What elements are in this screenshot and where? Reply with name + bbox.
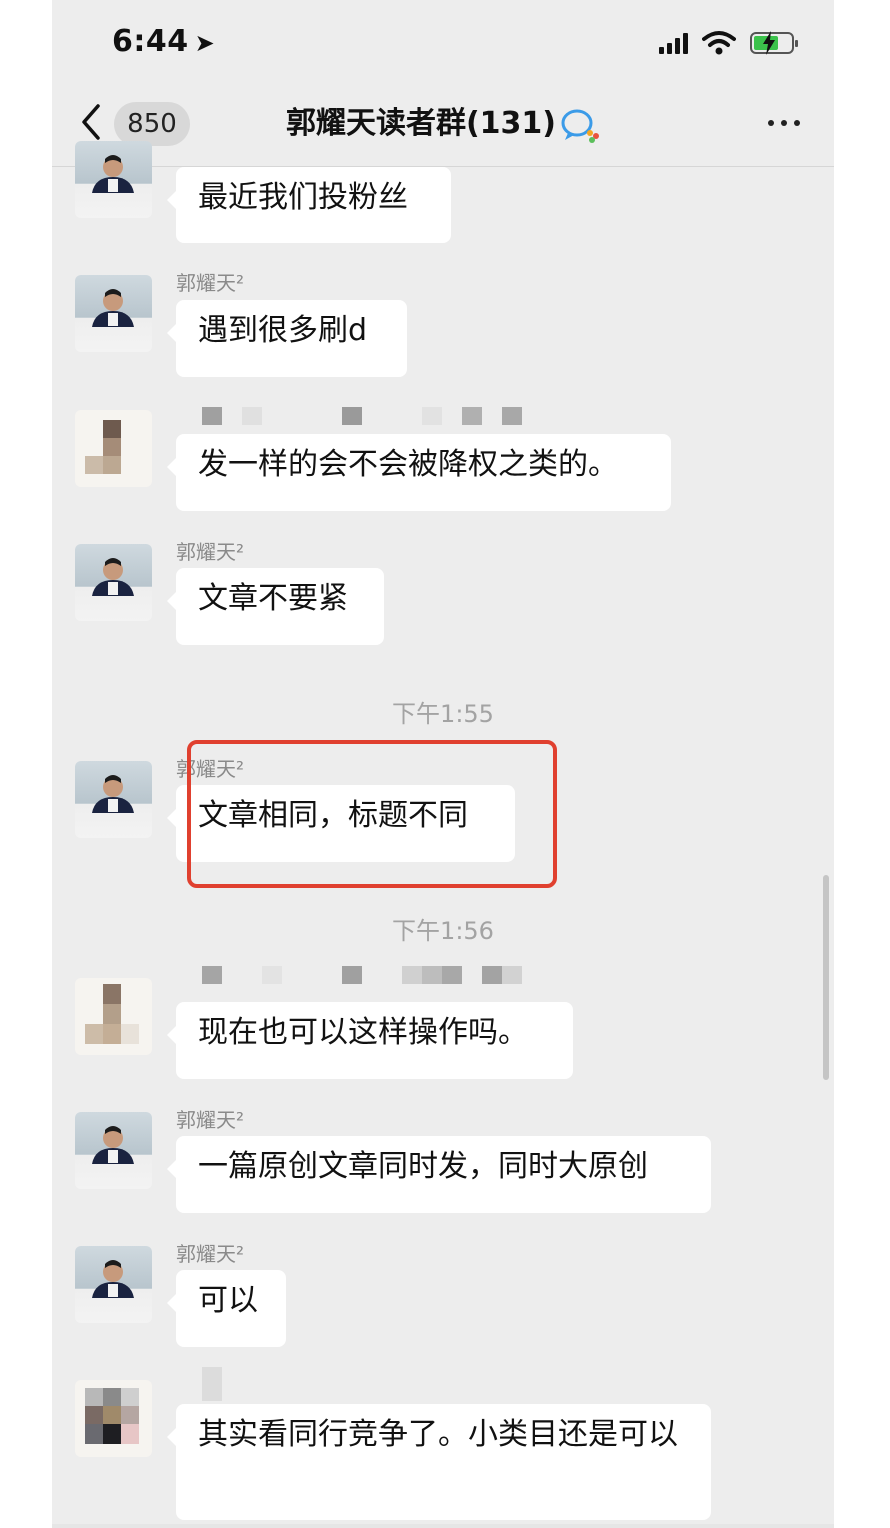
pixelated-avatar-icon [85, 1388, 139, 1444]
wifi-icon [702, 31, 736, 55]
location-arrow-icon: ➤ [194, 29, 216, 57]
person-avatar-icon [92, 775, 134, 813]
message-bubble[interactable]: 一篇原创文章同时发，同时大原创 [167, 1136, 711, 1213]
message-text: 现在也可以这样操作吗。 [198, 1015, 528, 1050]
message-text: 一篇原创文章同时发，同时大原创 [198, 1149, 648, 1184]
more-options-button[interactable] [768, 120, 800, 126]
scrollbar[interactable] [823, 875, 829, 1080]
avatar[interactable] [75, 1246, 152, 1323]
sender-name: 郭耀天² [176, 271, 245, 295]
work-wechat-group-icon [561, 109, 600, 143]
battery-icon [750, 31, 798, 55]
pixelated-avatar-icon [85, 984, 139, 1044]
person-avatar-icon [92, 1126, 134, 1164]
person-avatar-icon [92, 1260, 134, 1298]
message-timestamp: 下午1:56 [392, 917, 494, 945]
message-bubble[interactable]: 文章不要紧 [167, 568, 384, 645]
red-highlight-annotation [187, 740, 557, 888]
person-avatar-icon [92, 558, 134, 596]
message-text: 可以 [198, 1283, 258, 1318]
message-bubble[interactable]: 发一样的会不会被降权之类的。 [167, 434, 671, 511]
message-text: 其实看同行竞争了。小类目还是可以 [198, 1417, 678, 1452]
cellular-signal-icon [659, 32, 688, 54]
message-text: 发一样的会不会被降权之类的。 [198, 447, 618, 482]
avatar[interactable] [75, 275, 152, 352]
sender-name: 郭耀天² [176, 1242, 245, 1266]
ellipsis-icon [768, 120, 774, 126]
phone-screen: 6:44 ➤ 850 郭耀天读者群(131) 最近我们投粉丝 郭耀天² 遇到很多… [52, 0, 834, 1528]
sender-name: 郭耀天² [176, 1108, 245, 1132]
message-bubble[interactable]: 其实看同行竞争了。小类目还是可以 [167, 1404, 711, 1520]
pixelated-sender-name [202, 966, 522, 984]
message-bubble[interactable]: 可以 [167, 1270, 286, 1347]
sender-name: 郭耀天² [176, 540, 245, 564]
avatar[interactable] [75, 410, 152, 487]
avatar[interactable] [75, 978, 152, 1055]
message-bubble[interactable]: 遇到很多刷d [167, 300, 407, 377]
bottom-edge [52, 1524, 834, 1528]
status-icons [659, 28, 798, 58]
message-bubble[interactable]: 现在也可以这样操作吗。 [167, 1002, 573, 1079]
pixelated-sender-name [202, 1367, 222, 1401]
pixelated-avatar-icon [85, 420, 121, 474]
status-time-text: 6:44 [112, 24, 189, 59]
pixelated-sender-name [202, 407, 522, 425]
person-avatar-icon [92, 155, 134, 193]
message-text: 文章不要紧 [198, 581, 348, 616]
avatar[interactable] [75, 141, 152, 218]
chat-title: 郭耀天读者群(131) [285, 106, 557, 141]
avatar[interactable] [75, 1380, 152, 1457]
message-timestamp: 下午1:55 [392, 700, 494, 728]
message-bubble[interactable]: 最近我们投粉丝 [167, 167, 451, 243]
avatar[interactable] [75, 761, 152, 838]
message-list[interactable]: 最近我们投粉丝 郭耀天² 遇到很多刷d 发一样的会不会被降权之类的。 郭耀天² … [52, 141, 834, 1528]
chat-navbar: 850 郭耀天读者群(131) [52, 80, 834, 167]
status-time: 6:44 ➤ [112, 24, 215, 59]
message-text: 遇到很多刷d [198, 313, 368, 348]
person-avatar-icon [92, 289, 134, 327]
chat-title-row: 郭耀天读者群(131) [52, 102, 834, 146]
avatar[interactable] [75, 1112, 152, 1189]
message-text: 最近我们投粉丝 [198, 180, 408, 215]
avatar[interactable] [75, 544, 152, 621]
